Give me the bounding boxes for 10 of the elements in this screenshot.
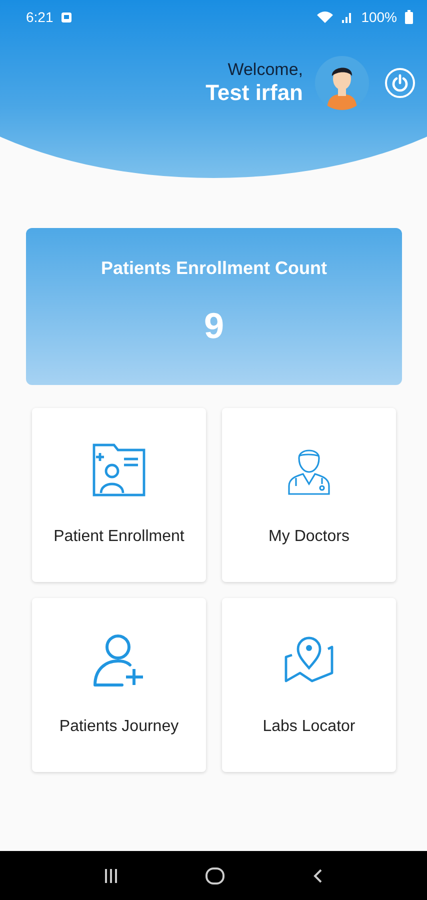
menu-tile[interactable]: Labs Locator [222,598,396,772]
battery-level: 100% [361,9,397,25]
menu-tile[interactable]: My Doctors [222,408,396,582]
user-name: Test irfan [206,80,303,106]
welcome-text: Welcome, [228,60,303,80]
count-title: Patients Enrollment Count [100,258,327,279]
menu-tile[interactable]: Patients Journey [32,598,206,772]
menu-tile[interactable]: Patient Enrollment [32,408,206,582]
count-value: 9 [204,305,224,347]
status-time: 6:21 [26,9,54,25]
